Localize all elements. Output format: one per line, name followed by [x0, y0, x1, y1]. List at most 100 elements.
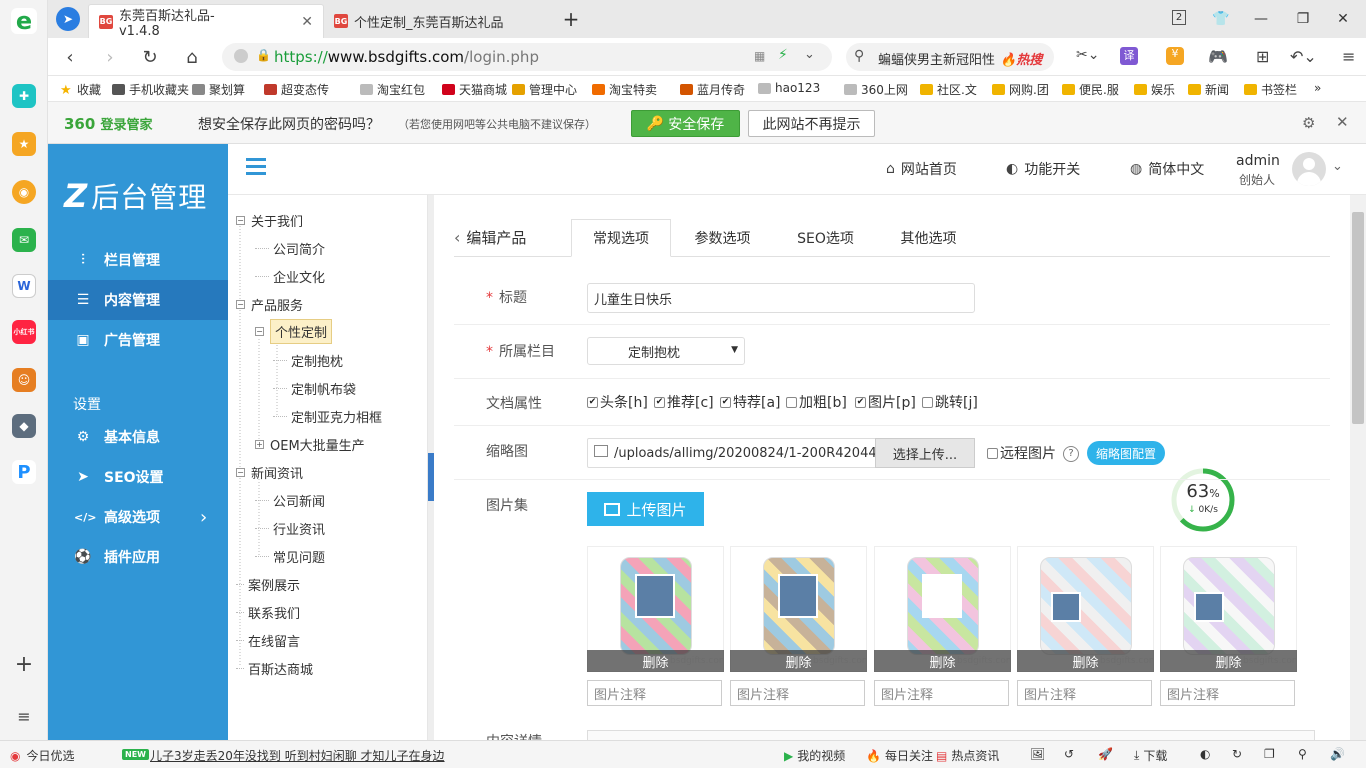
search-box[interactable]: ⚲ 蝙蝠侠男主新冠阳性 🔥热搜 [846, 43, 1054, 71]
tree-node[interactable]: 行业资讯 [255, 519, 325, 538]
bookmark-item[interactable]: 超变态传 [264, 81, 329, 98]
category-select[interactable]: 定制抱枕 ▼ [587, 337, 745, 365]
image-caption-input[interactable]: 图片注释 [1017, 680, 1152, 706]
tree-node[interactable]: 定制帆布袋 [273, 379, 356, 398]
attribute-checkbox[interactable]: ✔ [855, 396, 866, 408]
add-app-icon[interactable]: + [12, 652, 36, 677]
qr-code-icon[interactable]: ▦ [754, 49, 765, 63]
xiaohongshu-icon[interactable]: 小红书 [12, 320, 36, 344]
collapse-icon[interactable]: − [255, 327, 264, 336]
rocket-icon[interactable]: 🚀 [1098, 747, 1113, 761]
bookmark-item[interactable]: 360上网 [844, 81, 908, 98]
document-icon[interactable]: W [12, 274, 36, 298]
bookmark-item[interactable]: 新闻 [1188, 81, 1229, 98]
tree-node[interactable]: − 个性定制 [255, 319, 333, 344]
tree-node[interactable]: + OEM大批量生产 [255, 435, 365, 454]
tree-node[interactable]: 常见问题 [255, 547, 325, 566]
news-headline-link[interactable]: 儿子3岁走丢20年没找到 听到村妇闲聊 才知儿子在身边 [150, 747, 445, 764]
restore-icon[interactable]: ❐ [1292, 8, 1314, 30]
attribute-checkbox[interactable] [922, 396, 933, 408]
expand-icon[interactable]: + [255, 440, 264, 449]
info-icon[interactable] [234, 49, 248, 63]
collapse-icon[interactable]: − [236, 216, 245, 225]
bookmark-item[interactable]: ★ 收藏 [60, 81, 101, 98]
tree-node[interactable]: 联系我们 [236, 603, 300, 622]
bookmark-item[interactable]: 网购.团 [992, 81, 1049, 98]
browser-logo-icon[interactable]: e [11, 7, 37, 35]
image-caption-input[interactable]: 图片注释 [587, 680, 722, 706]
attribute-checkbox[interactable]: ✔ [654, 396, 665, 408]
choose-upload-button[interactable]: 选择上传... [875, 438, 975, 468]
shooter-game-icon[interactable]: ◆ [12, 414, 36, 438]
download-manager[interactable]: ⤓ 下载 [1134, 747, 1167, 764]
reload-icon[interactable]: ↻ [138, 45, 162, 69]
bookmark-item[interactable]: 便民.服 [1062, 81, 1119, 98]
bookmark-item[interactable]: 社区.文 [920, 81, 977, 98]
new-tab-plus-icon[interactable]: + [560, 7, 582, 31]
attribute-checkbox[interactable] [786, 396, 797, 408]
medical-cross-icon[interactable]: ✚ [12, 84, 36, 108]
tree-node[interactable]: 在线留言 [236, 631, 300, 650]
window-count-badge[interactable]: 2 [1172, 10, 1186, 25]
attribute-option[interactable]: 加粗[b] [786, 392, 847, 412]
settings-gear-icon[interactable]: ⚙ [1302, 114, 1315, 132]
minimize-icon[interactable]: — [1250, 8, 1272, 30]
close-tab-icon[interactable]: ✕ [301, 14, 313, 30]
image-caption-input[interactable]: 图片注释 [730, 680, 865, 706]
tab-custom-products[interactable]: BG 个性定制_东莞百斯达礼品 [324, 4, 556, 38]
title-input[interactable]: 儿童生日快乐 [587, 283, 975, 313]
collapse-icon[interactable]: − [236, 468, 245, 477]
settings-nav-item-3[interactable]: </> 高级选项 › [48, 497, 228, 537]
back-to-list-button[interactable]: ‹ 编辑产品 [454, 227, 526, 248]
image-caption-input[interactable]: 图片注释 [1160, 680, 1295, 706]
help-question-icon[interactable]: ? [1063, 446, 1079, 462]
translate-icon[interactable]: 译 [1120, 47, 1138, 65]
bookmark-item[interactable]: 蓝月传奇 [680, 81, 745, 98]
shirt-skin-icon[interactable]: 👕 [1210, 8, 1232, 30]
mail-icon[interactable]: ✉ [12, 228, 36, 252]
window-mode-icon[interactable]: ❐ [1264, 747, 1275, 761]
close-window-icon[interactable]: ✕ [1332, 8, 1354, 30]
bookmark-item[interactable]: 手机收藏夹 [112, 81, 189, 98]
bookmark-item[interactable]: 淘宝特卖 [592, 81, 657, 98]
safe-save-button[interactable]: 🔑 安全保存 [631, 110, 740, 137]
collapse-icon[interactable]: − [236, 300, 245, 309]
status-item[interactable]: 🔥 每日关注 [866, 747, 933, 764]
tab-3[interactable]: SEO选项 [774, 219, 877, 257]
bookmark-item[interactable]: 书签栏 [1244, 81, 1297, 98]
attribute-option[interactable]: ✔ 头条[h] [587, 392, 648, 412]
gallery-card[interactable]: bsdgifts.com删除图片注释 [1160, 546, 1297, 708]
gallery-card[interactable]: bsdgifts.com删除图片注释 [1017, 546, 1154, 708]
menu-icon[interactable]: ≡ [12, 704, 36, 728]
scissors-icon[interactable]: ✂⌄ [1076, 47, 1099, 63]
gallery-card[interactable]: bsdgifts.com删除图片注释 [587, 546, 724, 708]
forward-icon[interactable]: › [98, 45, 122, 69]
today-picks[interactable]: ◉ 今日优选 [10, 747, 75, 764]
remote-image-checkbox[interactable] [987, 447, 998, 459]
back-icon[interactable]: ‹ [58, 45, 82, 69]
image-caption-input[interactable]: 图片注释 [874, 680, 1009, 706]
tree-node[interactable]: 公司新闻 [255, 491, 325, 510]
user-name[interactable]: admin [1236, 153, 1280, 169]
network-speed-widget[interactable]: 63% ↓ 0K/s [1170, 467, 1236, 533]
close-bar-icon[interactable]: ✕ [1336, 113, 1349, 131]
bookmark-item[interactable]: 淘宝红包 [360, 81, 425, 98]
lightning-icon[interactable]: ⚡ [778, 47, 788, 63]
grid-apps-icon[interactable]: ⊞ [1256, 47, 1269, 66]
delete-image-button[interactable]: 删除 [730, 650, 867, 672]
tree-node[interactable]: 企业文化 [255, 267, 325, 286]
gallery-card[interactable]: bsdgifts.com删除图片注释 [730, 546, 867, 708]
bookmark-item[interactable]: 娱乐 [1134, 81, 1175, 98]
coin-icon[interactable]: ¥ [1166, 47, 1184, 65]
tree-node[interactable]: 定制亚克力相框 [273, 407, 382, 426]
tree-node[interactable]: 公司简介 [255, 239, 325, 258]
volume-icon[interactable]: 🔊 [1330, 747, 1345, 761]
tab-bsdgifts-admin[interactable]: BG 东莞百斯达礼品-v1.4.8 ✕ [88, 4, 324, 39]
tree-node[interactable]: 定制抱枕 [273, 351, 343, 370]
bookmark-item[interactable]: hao123 [758, 81, 820, 95]
game-avatar-icon[interactable]: ☺ [12, 368, 36, 392]
navigation-compass-icon[interactable]: ➤ [56, 7, 80, 31]
undo-icon[interactable]: ↶⌄ [1290, 47, 1317, 66]
chevron-down-icon[interactable]: ⌄ [804, 47, 815, 62]
tree-node[interactable]: − 关于我们 [236, 211, 303, 230]
